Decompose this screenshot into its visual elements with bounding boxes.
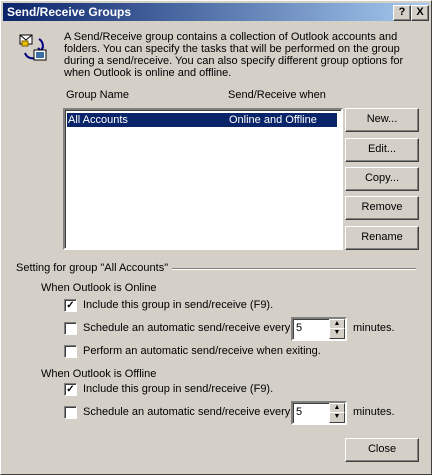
offline-schedule-checkbox[interactable]: [64, 406, 77, 419]
help-button[interactable]: ?: [393, 5, 411, 21]
title-bar[interactable]: Send/Receive Groups ? X: [3, 3, 429, 21]
dialog-window: Send/Receive Groups ? X A Send/Receive g…: [0, 0, 432, 475]
group-when-cell: Online and Offline: [229, 114, 317, 126]
column-send-receive-when[interactable]: Send/Receive when: [228, 89, 326, 101]
online-schedule-label[interactable]: Schedule an automatic send/receive every: [83, 322, 290, 334]
copy-button[interactable]: Copy...: [345, 167, 419, 191]
description-text: A Send/Receive group contains a collecti…: [64, 31, 404, 79]
offline-minutes-label: minutes.: [353, 406, 395, 418]
list-item[interactable]: All Accounts Online and Offline: [67, 113, 337, 127]
online-heading: When Outlook is Online: [41, 282, 157, 294]
list-header: Group Name Send/Receive when: [64, 89, 338, 104]
send-receive-groups-icon: [17, 31, 49, 63]
edit-button[interactable]: Edit...: [345, 138, 419, 162]
online-schedule-checkbox[interactable]: [64, 322, 77, 335]
close-window-button[interactable]: X: [411, 5, 429, 21]
spin-down-icon[interactable]: ▼: [329, 412, 345, 423]
offline-schedule-label[interactable]: Schedule an automatic send/receive every: [83, 406, 290, 418]
groups-list[interactable]: All Accounts Online and Offline: [63, 108, 343, 250]
setting-heading: Setting for group "All Accounts": [16, 262, 169, 274]
rename-button[interactable]: Rename: [345, 226, 419, 250]
online-minutes-spinner[interactable]: 5 ▲ ▼: [291, 317, 347, 341]
online-include-checkbox[interactable]: ✓: [64, 299, 77, 312]
offline-minutes-spinner[interactable]: 5 ▲ ▼: [291, 401, 347, 425]
divider: [172, 268, 416, 270]
online-minutes-label: minutes.: [353, 322, 395, 334]
online-exit-label[interactable]: Perform an automatic send/receive when e…: [83, 345, 321, 357]
remove-button[interactable]: Remove: [345, 196, 419, 220]
online-minutes-value[interactable]: 5: [296, 322, 302, 334]
online-exit-checkbox[interactable]: [64, 345, 77, 358]
window-title: Send/Receive Groups: [7, 5, 132, 19]
online-include-label[interactable]: Include this group in send/receive (F9).: [83, 299, 273, 311]
offline-minutes-value[interactable]: 5: [296, 406, 302, 418]
spin-down-icon[interactable]: ▼: [329, 328, 345, 339]
new-button[interactable]: New...: [345, 108, 419, 132]
offline-include-checkbox[interactable]: ✓: [64, 383, 77, 396]
offline-include-label[interactable]: Include this group in send/receive (F9).: [83, 383, 273, 395]
column-group-name[interactable]: Group Name: [66, 89, 129, 101]
close-button[interactable]: Close: [345, 438, 419, 462]
offline-heading: When Outlook is Offline: [41, 368, 157, 380]
group-name-cell: All Accounts: [68, 114, 128, 126]
